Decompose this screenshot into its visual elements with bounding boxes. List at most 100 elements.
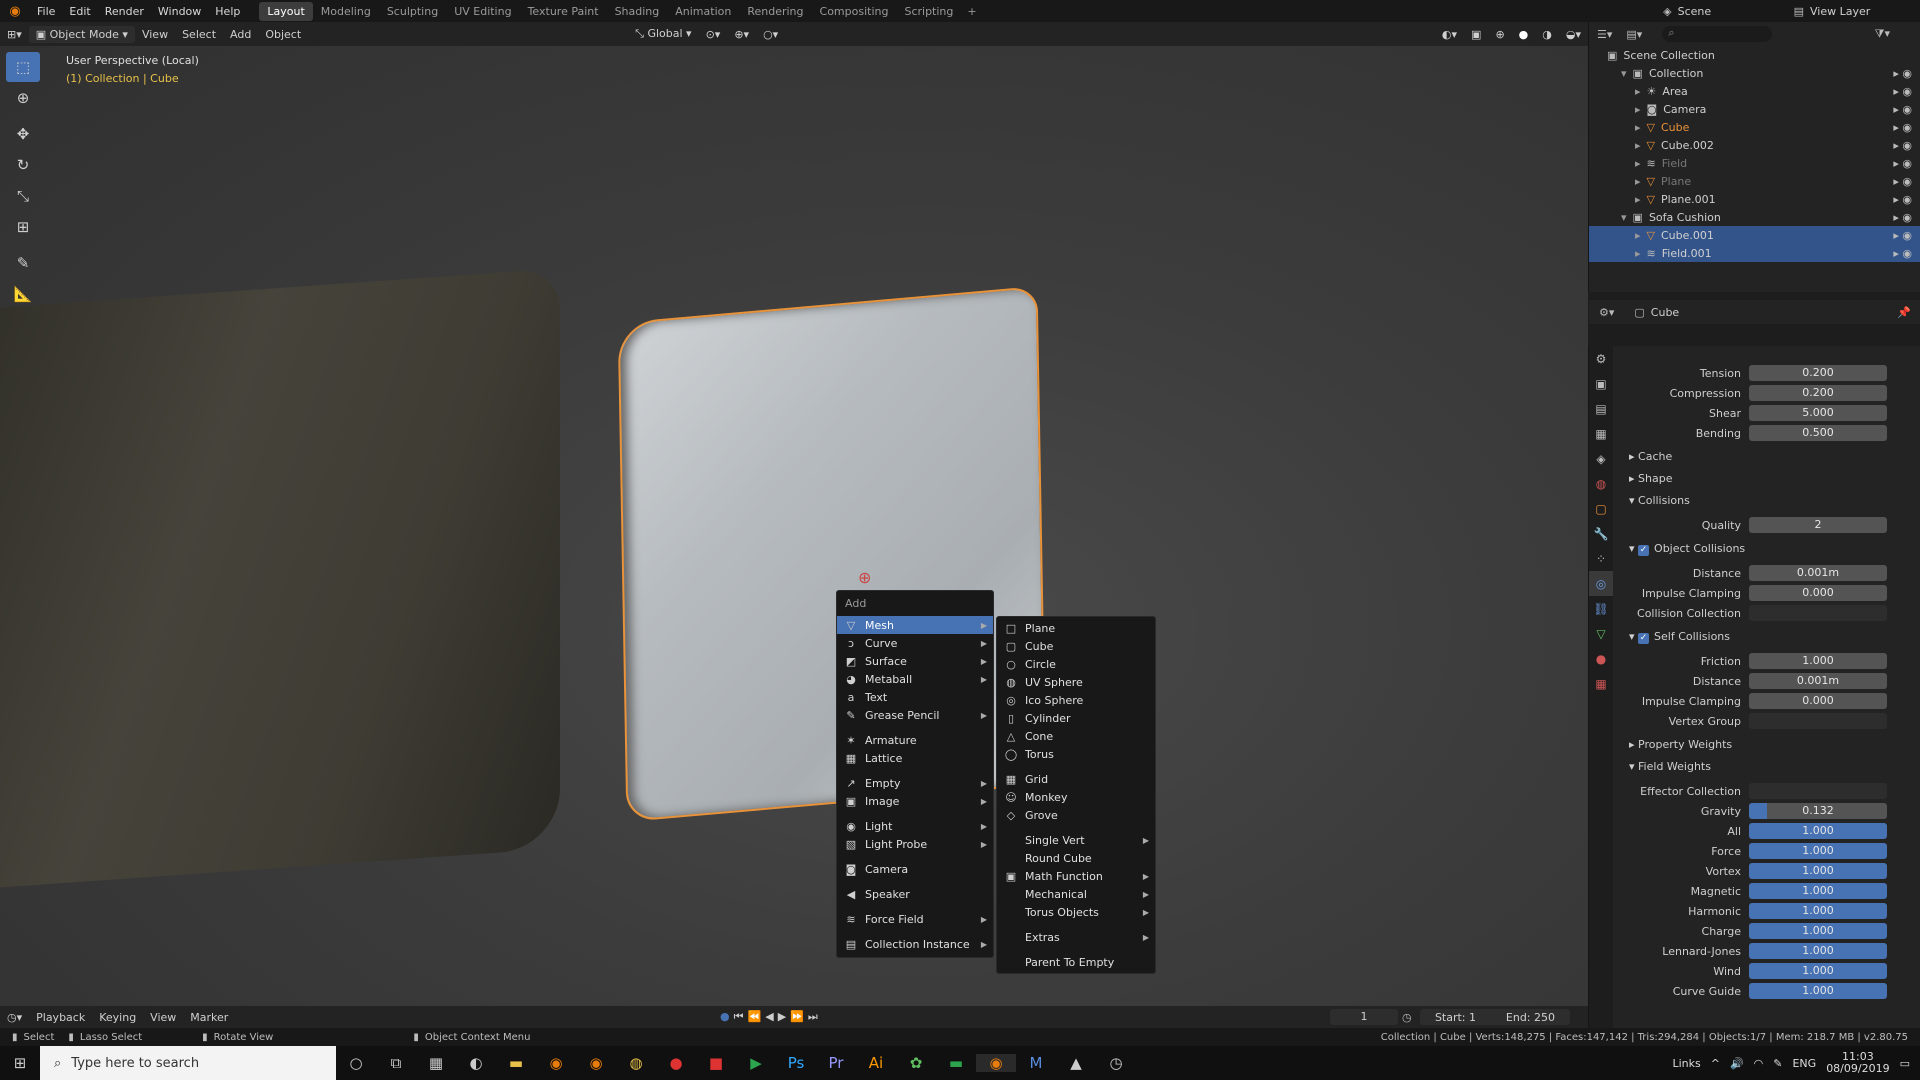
add_menu.items-item-image[interactable]: ▣ Image ▶ — [837, 792, 993, 810]
tab-texture-paint[interactable]: Texture Paint — [520, 2, 607, 21]
outliner-row-cube[interactable]: ▸ ▽ Cube ▸ ◉ — [1589, 118, 1920, 136]
prop-field[interactable]: 1.000 — [1749, 923, 1887, 939]
network-icon[interactable]: ◠ — [1754, 1057, 1764, 1070]
chrome-icon[interactable]: ◍ — [616, 1054, 656, 1072]
section-collisions[interactable]: ▾ Collisions — [1629, 494, 1690, 507]
mesh_menu-item-cube[interactable]: ▢ Cube — [997, 637, 1155, 655]
file-explorer-icon[interactable]: ▬ — [496, 1054, 536, 1072]
scene-name[interactable]: Scene — [1678, 5, 1788, 18]
mesh_menu-item-cylinder[interactable]: ▯ Cylinder — [997, 709, 1155, 727]
mesh_menu-item-torus[interactable]: ◯ Torus — [997, 745, 1155, 763]
add_menu.items-item-armature[interactable]: ✶ Armature — [837, 731, 993, 749]
menu-edit[interactable]: Edit — [62, 5, 97, 18]
viewport-menu-object[interactable]: Object — [258, 26, 308, 43]
prop-field[interactable]: 0.000 — [1749, 585, 1887, 601]
visibility-eye-icon[interactable]: ▸ ◉ — [1893, 67, 1912, 80]
outliner-type-icon[interactable]: ☰▾ — [1597, 28, 1612, 41]
play-icon[interactable]: ▶ — [778, 1010, 786, 1024]
prop-field[interactable]: 1.000 — [1749, 823, 1887, 839]
section-shape[interactable]: ▸ Shape — [1629, 472, 1672, 485]
render-tab-icon[interactable]: ▣ — [1589, 371, 1613, 396]
cursor-tool-icon[interactable]: ⊕ — [6, 83, 40, 113]
add_menu.items-item-surface[interactable]: ◩ Surface ▶ — [837, 652, 993, 670]
section-checkbox[interactable]: ✓ — [1638, 633, 1650, 644]
menu-render[interactable]: Render — [98, 5, 151, 18]
viewport-menu-add[interactable]: Add — [223, 26, 258, 43]
blender-icon[interactable]: ◉ — [536, 1054, 576, 1072]
annotate-tool-icon[interactable]: ✎ — [6, 248, 40, 278]
add_menu.items-item-empty[interactable]: ↗ Empty ▶ — [837, 774, 993, 792]
timeline-editor-icon[interactable]: ◷▾ — [0, 1009, 29, 1026]
shading-solid-icon[interactable]: ● — [1512, 26, 1536, 43]
shading-wire-icon[interactable]: ⊕ — [1488, 26, 1511, 43]
pin-icon[interactable]: 📌 — [1897, 306, 1911, 319]
visibility-eye-icon[interactable]: ▸ ◉ — [1893, 121, 1912, 134]
tab-sculpting[interactable]: Sculpting — [379, 2, 446, 21]
shading-material-icon[interactable]: ◑ — [1535, 26, 1559, 43]
prop-field[interactable]: 1.000 — [1749, 863, 1887, 879]
modifier-tab-icon[interactable]: 🔧 — [1589, 521, 1613, 546]
outliner-row-field[interactable]: ▸ ≋ Field ▸ ◉ — [1589, 154, 1920, 172]
illustrator-icon[interactable]: Ai — [856, 1054, 896, 1072]
outliner-row-cube-002[interactable]: ▸ ▽ Cube.002 ▸ ◉ — [1589, 136, 1920, 154]
prop-field[interactable]: 0.500 — [1749, 425, 1887, 441]
record-icon[interactable]: ● — [720, 1010, 730, 1024]
mesh_menu-item-single-vert[interactable]: Single Vert ▶ — [997, 831, 1155, 849]
output-tab-icon[interactable]: ▤ — [1589, 396, 1613, 421]
mesh_menu-item-parent-to-empty[interactable]: Parent To Empty — [997, 953, 1155, 971]
scale-tool-icon[interactable]: ⤡ — [6, 181, 40, 211]
tab-scripting[interactable]: Scripting — [896, 2, 961, 21]
prop-field[interactable]: 2 — [1749, 517, 1887, 533]
visibility-eye-icon[interactable]: ▸ ◉ — [1893, 175, 1912, 188]
pen-icon[interactable]: ✎ — [1773, 1057, 1782, 1070]
add-workspace-button[interactable]: + — [961, 5, 982, 18]
outliner-search-icon[interactable]: ⌕ — [1662, 26, 1773, 42]
mesh_menu-item-math-function[interactable]: ▣ Math Function ▶ — [997, 867, 1155, 885]
add_menu.items-item-lattice[interactable]: ▦ Lattice — [837, 749, 993, 767]
prop-field[interactable] — [1749, 783, 1887, 799]
section-object-collisions[interactable]: ▾ ✓ Object Collisions — [1629, 542, 1745, 556]
rotate-tool-icon[interactable]: ↻ — [6, 150, 40, 180]
add_menu.items-item-curve[interactable]: ↄ Curve ▶ — [837, 634, 993, 652]
prop-field[interactable]: 1.000 — [1749, 963, 1887, 979]
world-tab-icon[interactable]: ◍ — [1589, 471, 1613, 496]
outliner-row-area[interactable]: ▸ ☀ Area ▸ ◉ — [1589, 82, 1920, 100]
add_menu.items-item-mesh[interactable]: ▽ Mesh ▶ — [837, 616, 993, 634]
expand-arrow-icon[interactable]: ▾ — [1621, 211, 1627, 224]
transform-tool-icon[interactable]: ⊞ — [6, 212, 40, 242]
viewport-menu-select[interactable]: Select — [175, 26, 223, 43]
visibility-eye-icon[interactable]: ▸ ◉ — [1893, 247, 1912, 260]
expand-arrow-icon[interactable]: ▸ — [1635, 85, 1641, 98]
prop-field[interactable] — [1749, 713, 1887, 729]
color-app-icon[interactable]: ✿ — [896, 1054, 936, 1072]
edge-icon[interactable]: ◐ — [456, 1054, 496, 1072]
scene-collection-row[interactable]: ▣ Scene Collection — [1589, 46, 1920, 64]
blender-logo-icon[interactable]: ◉ — [0, 4, 30, 19]
dark-cushion[interactable] — [0, 268, 560, 892]
prop-field[interactable]: 1.000 — [1749, 883, 1887, 899]
particles-tab-icon[interactable]: ⁘ — [1589, 546, 1613, 571]
expand-arrow-icon[interactable]: ▸ — [1635, 139, 1641, 152]
tab-modeling[interactable]: Modeling — [313, 2, 379, 21]
xray-icon[interactable]: ▣ — [1464, 26, 1488, 43]
outliner-row-camera[interactable]: ▸ ◙ Camera ▸ ◉ — [1589, 100, 1920, 118]
add_menu.items-item-light-probe[interactable]: ▧ Light Probe ▶ — [837, 835, 993, 853]
outliner-row-sofa-cushion[interactable]: ▾ ▣ Sofa Cushion ▸ ◉ — [1589, 208, 1920, 226]
material-tab-icon[interactable]: ● — [1589, 646, 1613, 671]
expand-arrow-icon[interactable]: ▸ — [1635, 175, 1641, 188]
add_menu.items-item-grease-pencil[interactable]: ✎ Grease Pencil ▶ — [837, 706, 993, 724]
timeline-menu-marker[interactable]: Marker — [183, 1009, 235, 1026]
green-app-icon[interactable]: ▬ — [936, 1054, 976, 1072]
tab-layout[interactable]: Layout — [259, 1, 313, 21]
timeline-menu-playback[interactable]: Playback — [29, 1009, 92, 1026]
taskbar-search[interactable]: ⌕ Type here to search — [40, 1046, 336, 1080]
data-tab-icon[interactable]: ▽ — [1589, 621, 1613, 646]
shading-rendered-icon[interactable]: ◒▾ — [1559, 26, 1588, 43]
next-key-icon[interactable]: ⏩ — [790, 1010, 804, 1024]
select-tool-icon[interactable]: ⬚ — [6, 52, 40, 82]
move-tool-icon[interactable]: ✥ — [6, 119, 40, 149]
tab-uv-editing[interactable]: UV Editing — [446, 2, 519, 21]
expand-arrow-icon[interactable]: ▸ — [1635, 247, 1641, 260]
timeline-menu-view[interactable]: View — [143, 1009, 183, 1026]
mesh_menu-item-monkey[interactable]: ☺ Monkey — [997, 788, 1155, 806]
